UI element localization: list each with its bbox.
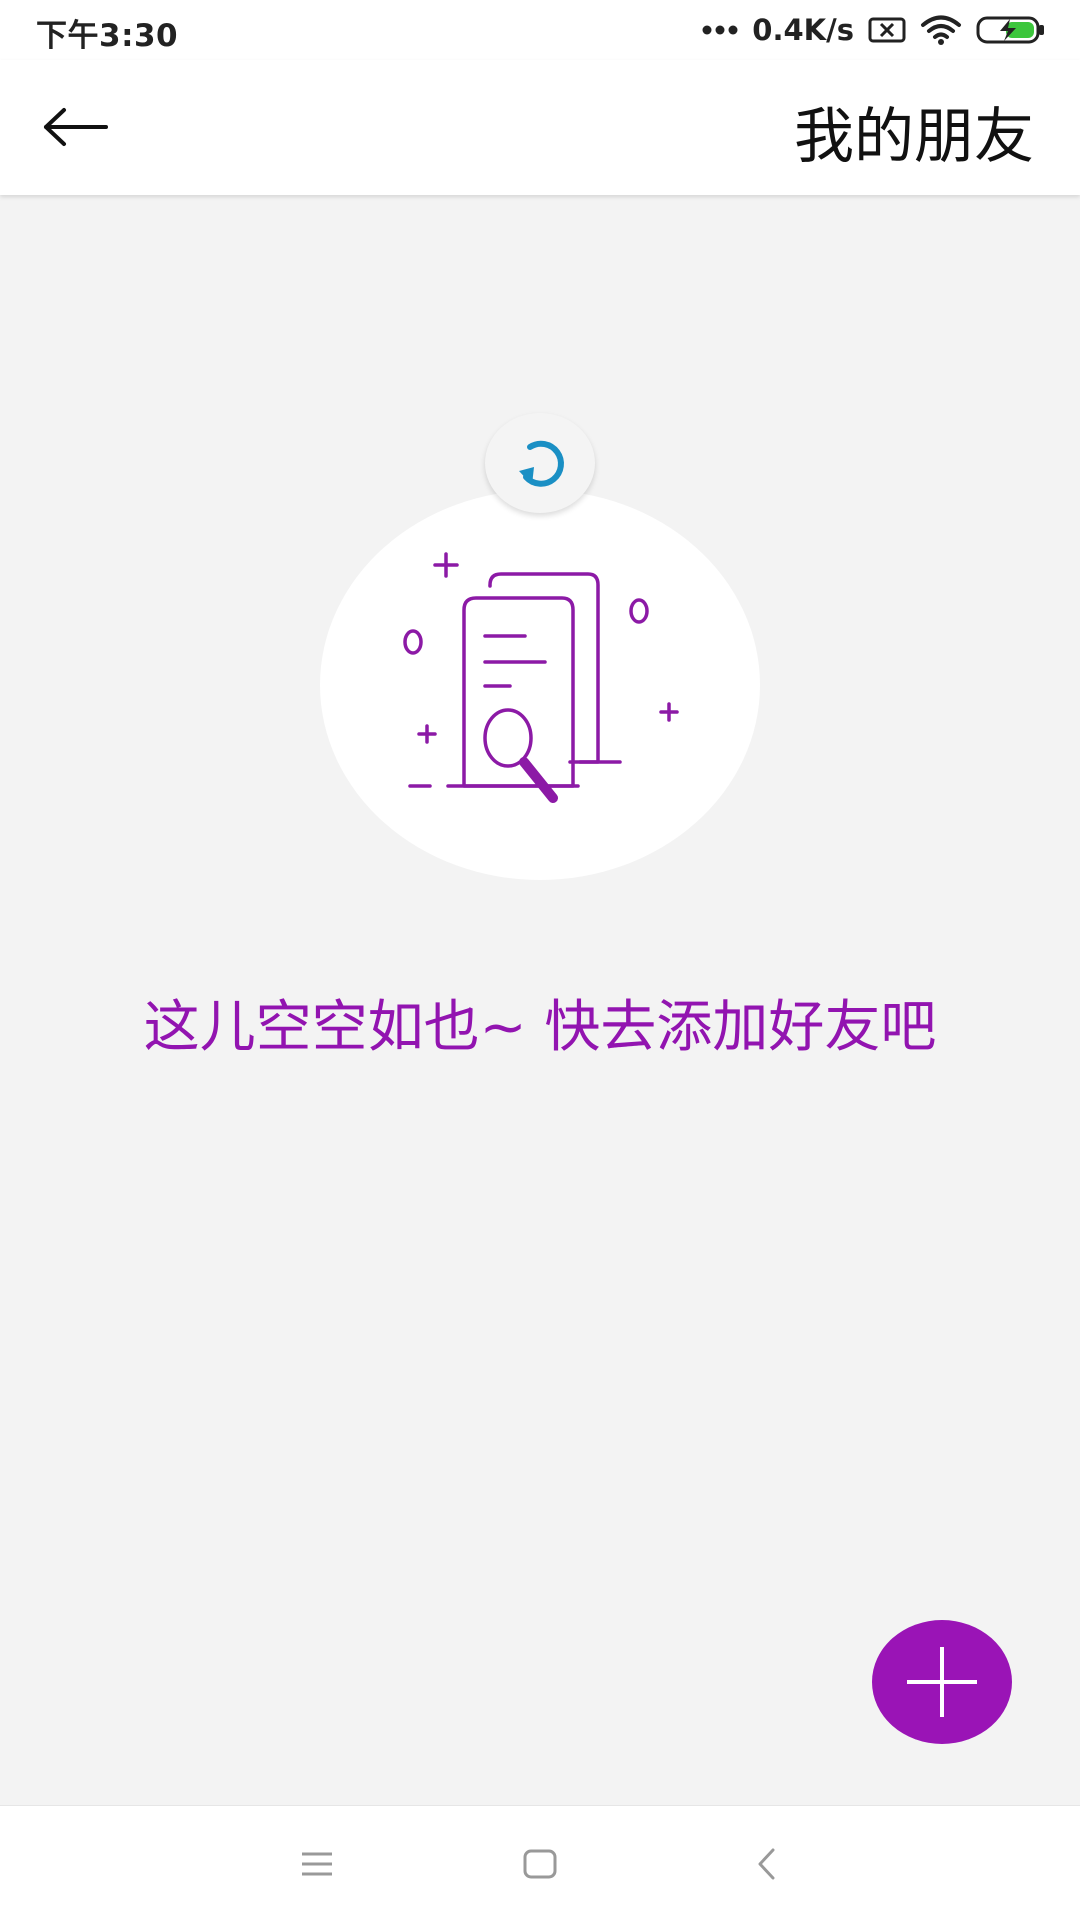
empty-illustration <box>320 490 760 880</box>
app-bar: 我的朋友 <box>0 60 1080 195</box>
system-nav-bar <box>0 1805 1080 1920</box>
sim-disabled-icon <box>868 17 906 43</box>
status-indicators: 0.4K/s <box>702 8 1046 52</box>
wifi-icon <box>921 15 961 45</box>
signal-dots-icon <box>702 25 738 35</box>
status-time: 下午3:30 <box>36 18 179 54</box>
document-search-illustration <box>403 552 679 803</box>
refresh-icon <box>519 440 564 487</box>
screen: 下午3:30 0.4K/s 我的朋友 这儿空空如也~ 快去添加好友吧 <box>0 0 1080 1920</box>
refresh-button[interactable] <box>485 413 595 513</box>
nav-back-button[interactable] <box>727 1834 807 1894</box>
status-bar: 下午3:30 0.4K/s <box>0 0 1080 60</box>
back-button[interactable] <box>30 92 120 162</box>
empty-message: 这儿空空如也~ 快去添加好友吧 <box>143 995 937 1060</box>
add-friend-button[interactable] <box>872 1620 1012 1744</box>
nav-menu-button[interactable] <box>277 1834 357 1894</box>
nav-home-button[interactable] <box>500 1834 580 1894</box>
battery-charging-icon <box>976 16 1044 44</box>
page-title: 我的朋友 <box>794 102 1034 172</box>
home-icon <box>523 1849 557 1879</box>
menu-icon <box>302 1852 332 1876</box>
back-icon <box>758 1848 775 1880</box>
network-speed: 0.4K/s <box>752 13 854 47</box>
plus-icon <box>907 1647 977 1717</box>
arrow-left-icon <box>44 108 108 146</box>
